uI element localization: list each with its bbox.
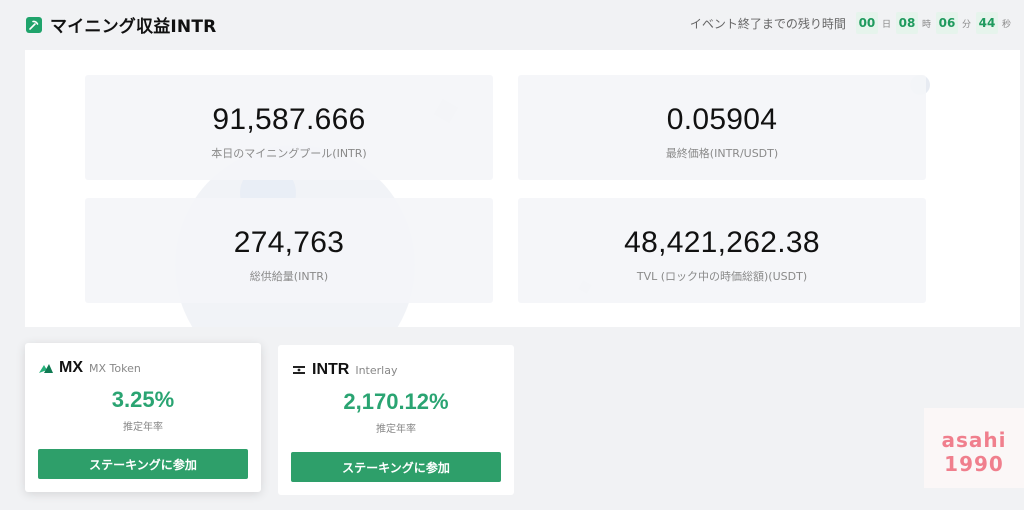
apr-value: 3.25% [111,387,175,412]
page-title: マイニング収益INTR [50,17,217,37]
token-header: MX MX Token [39,359,141,377]
stats-panel: 91,587.666 本日のマイニングプール(INTR) 0.05904 最終価… [25,50,1020,327]
stat-card-tvl: 48,421,262.38 TVL (ロック中の時価総額)(USDT) [518,198,926,303]
countdown-hours: 08 [895,12,918,34]
pickaxe-icon [26,16,42,33]
stat-card-last-price: 0.05904 最終価格(INTR/USDT) [518,75,926,180]
stat-label: 総供給量(INTR) [249,270,329,283]
title-wrap: マイニング収益INTR [26,12,216,37]
stat-label: 本日のマイニングプール(INTR) [211,147,367,160]
stat-label: 最終価格(INTR/USDT) [665,147,779,160]
countdown-hours-unit: 時 [921,19,931,30]
apr-label: 推定年率 [123,422,163,433]
stat-value: 274,763 [233,226,345,259]
stat-card-total-supply: 274,763 総供給量(INTR) [85,198,493,303]
stat-value: 0.05904 [666,103,778,136]
token-symbol: MX [59,359,83,376]
interlay-logo-icon [293,366,305,374]
stat-value: 48,421,262.38 [624,226,820,259]
mining-page: マイニング収益INTR イベント終了までの残り時間 00 日 08 時 06 分… [0,0,1024,510]
stat-card-mining-pool: 91,587.666 本日のマイニングプール(INTR) [85,75,493,180]
countdown-days: 00 [855,12,878,34]
countdown-timer: イベント終了までの残り時間 00 日 08 時 06 分 44 秒 [690,12,1016,34]
countdown-days-unit: 日 [881,19,891,30]
watermark-line-1: asahi [941,428,1007,452]
apr-value: 2,170.12% [343,389,449,414]
countdown-minutes-unit: 分 [961,19,971,30]
token-name: MX Token [89,362,141,375]
countdown-label: イベント終了までの残り時間 [689,16,846,31]
header: マイニング収益INTR イベント終了までの残り時間 00 日 08 時 06 分… [0,0,1024,48]
token-card-intr: INTR Interlay 2,170.12% 推定年率 ステーキングに参加 [278,345,514,495]
stat-label: TVL (ロック中の時価総額)(USDT) [636,270,808,283]
token-symbol: INTR [312,361,350,378]
stake-button-intr[interactable]: ステーキングに参加 [291,452,501,482]
mx-logo-icon [39,364,53,373]
apr-label: 推定年率 [376,424,416,435]
token-header: INTR Interlay [292,361,397,379]
countdown-seconds-unit: 秒 [1001,19,1011,30]
token-card-mx: MX MX Token 3.25% 推定年率 ステーキングに参加 [25,343,261,492]
token-name: Interlay [355,364,398,377]
countdown-seconds: 44 [975,12,998,34]
watermark-line-2: 1990 [944,452,1004,476]
watermark: asahi 1990 [924,408,1024,488]
countdown-minutes: 06 [935,12,958,34]
stat-value: 91,587.666 [212,103,366,136]
stake-button-mx[interactable]: ステーキングに参加 [38,449,248,479]
